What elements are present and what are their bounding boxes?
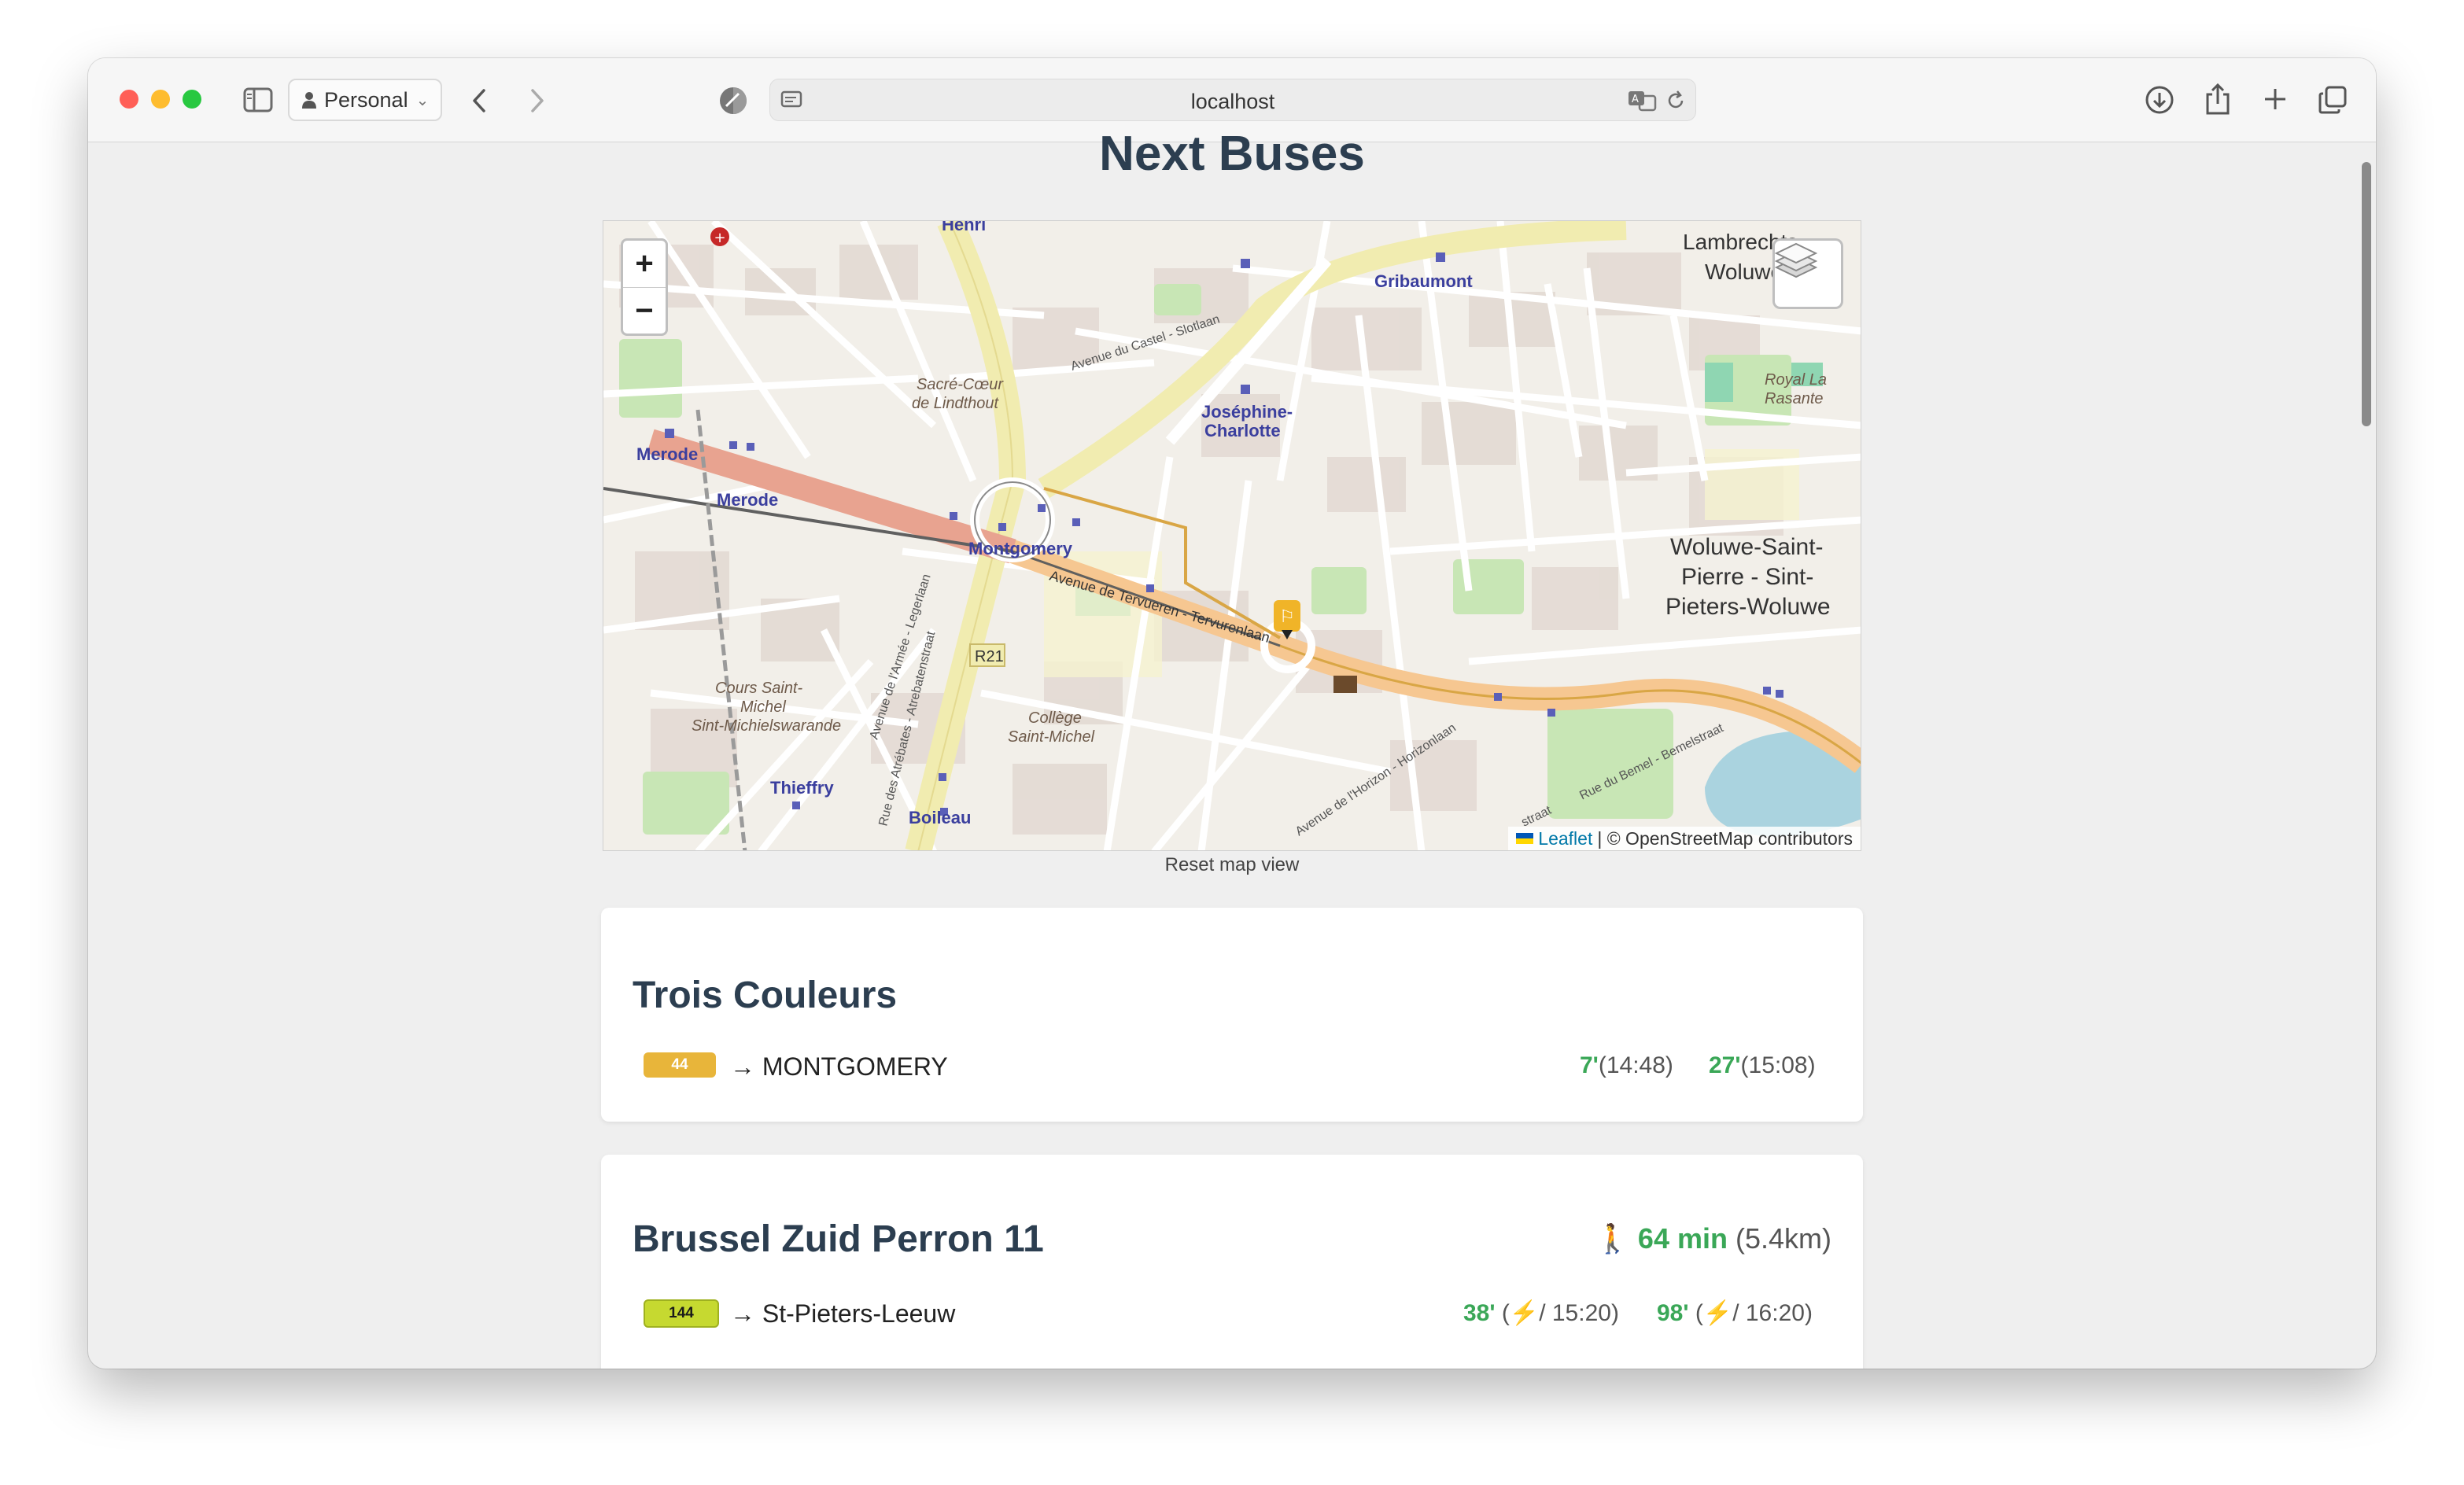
- map-label-sacre-coeur: Sacré-Cœur: [917, 376, 1004, 393]
- privacy-shield-icon[interactable]: [717, 85, 749, 116]
- zoom-out-button[interactable]: −: [623, 288, 666, 334]
- departure-time: 98' (⚡/ 16:20): [1657, 1300, 1813, 1326]
- departure-destination: → MONTGOMERY: [730, 1052, 948, 1081]
- close-window-button[interactable]: [120, 90, 138, 109]
- map-label-merode-2: Merode: [717, 490, 778, 510]
- map-view[interactable]: ⚐ + Henri Gribaumont Lambrechts- Woluwe …: [603, 220, 1861, 851]
- walking-distance: (5.4km): [1735, 1222, 1831, 1255]
- map-label-woluwe: Woluwe-Saint-: [1670, 534, 1824, 560]
- map-label-sint-michielswarande: Sint-Michielswarande: [692, 717, 841, 735]
- map-label-royal-la: Royal La: [1765, 371, 1827, 389]
- map-label-cours-saint: Cours Saint-: [715, 680, 802, 697]
- downloads-icon[interactable]: [2143, 83, 2176, 116]
- profile-selector[interactable]: Personal ⌄: [288, 79, 442, 121]
- layers-button[interactable]: [1772, 238, 1843, 309]
- zoom-control: + −: [621, 238, 668, 336]
- map-label-lambrechts-woluwe: Woluwe: [1705, 260, 1783, 284]
- map-label-henri: Henri: [942, 221, 986, 234]
- map-label-r21: R21: [975, 648, 1004, 665]
- walking-info: 🚶 64 min (5.4km): [1595, 1222, 1831, 1255]
- forward-icon[interactable]: [526, 85, 549, 116]
- walking-time: 64 min: [1637, 1222, 1728, 1255]
- departure-time: 38' (⚡/ 15:20): [1463, 1300, 1619, 1326]
- map-label-thieffry: Thieffry: [770, 778, 834, 798]
- map-label-montgomery: Montgomery: [968, 539, 1073, 558]
- address-bar[interactable]: localhost A: [769, 79, 1696, 121]
- map-label-michel: Michel: [740, 698, 786, 716]
- translate-icon[interactable]: A: [1626, 89, 1658, 112]
- svg-text:A: A: [1632, 94, 1639, 105]
- map-label-charlotte: Charlotte: [1204, 421, 1281, 440]
- osm-attribution: | © OpenStreetMap contributors: [1597, 827, 1853, 849]
- departure-time: 27'(15:08): [1709, 1052, 1816, 1078]
- scrollbar[interactable]: [2357, 143, 2376, 1369]
- map-tiles: ⚐ + Henri Gribaumont Lambrechts- Woluwe …: [603, 221, 1861, 850]
- departure-destination: → St-Pieters-Leeuw: [730, 1299, 956, 1328]
- sidebar-toggle-icon[interactable]: [242, 87, 274, 113]
- departure-time: 7'(14:48): [1580, 1052, 1673, 1078]
- map-label-josephine: Joséphine-: [1201, 402, 1293, 422]
- zoom-in-button[interactable]: +: [623, 241, 666, 288]
- map-label-gribaumont: Gribaumont: [1374, 271, 1473, 291]
- map-label-college: Collège: [1028, 709, 1082, 727]
- line-badge: 44: [644, 1052, 716, 1078]
- scrollbar-thumb[interactable]: [2362, 162, 2371, 426]
- leaflet-link[interactable]: Leaflet: [1538, 828, 1592, 849]
- page-title: Next Buses: [1099, 127, 1365, 181]
- person-icon: [302, 92, 316, 109]
- map-label-pieters-woluwe: Pieters-Woluwe: [1665, 594, 1831, 620]
- stop-name: Brussel Zuid Perron 11: [633, 1218, 1044, 1260]
- ukraine-flag-icon: [1516, 833, 1534, 844]
- layers-icon: [1775, 242, 1817, 278]
- stop-name: Trois Couleurs: [633, 975, 898, 1016]
- map-label-pierre: Pierre - Sint-: [1681, 564, 1813, 590]
- map-label-merode: Merode: [636, 444, 698, 464]
- zoom-window-button[interactable]: [183, 90, 201, 109]
- svg-text:⚐: ⚐: [1279, 607, 1295, 627]
- map-label-lindthout: de Lindthout: [912, 395, 1000, 412]
- tab-overview-icon[interactable]: [2316, 83, 2349, 116]
- map-label-boileau: Boileau: [909, 808, 971, 827]
- back-icon[interactable]: [467, 85, 491, 116]
- map-attribution: Leaflet | © OpenStreetMap contributors: [1508, 827, 1861, 850]
- map-label-saint-michel: Saint-Michel: [1008, 728, 1095, 746]
- line-badge: 144: [644, 1299, 719, 1328]
- minimize-window-button[interactable]: [151, 90, 170, 109]
- profile-label: Personal: [324, 87, 408, 112]
- reload-icon[interactable]: [1664, 89, 1688, 112]
- reset-map-view-button[interactable]: Reset map view: [88, 854, 2376, 876]
- map-label-rasante: Rasante: [1765, 390, 1824, 407]
- chevron-down-icon: ⌄: [415, 91, 430, 109]
- url-text: localhost: [1190, 90, 1275, 113]
- new-tab-icon[interactable]: [2259, 83, 2291, 115]
- walking-person-icon: 🚶: [1595, 1222, 1630, 1255]
- svg-text:+: +: [714, 230, 725, 246]
- stop-card: Trois Couleurs 44 → MONTGOMERY 7'(14:48)…: [601, 908, 1863, 1122]
- browser-window: Personal ⌄ localhost A Next Buses ⚐ + He…: [88, 58, 2376, 1369]
- share-icon[interactable]: [2201, 80, 2234, 116]
- stop-card: Brussel Zuid Perron 11 🚶 64 min (5.4km) …: [601, 1155, 1863, 1369]
